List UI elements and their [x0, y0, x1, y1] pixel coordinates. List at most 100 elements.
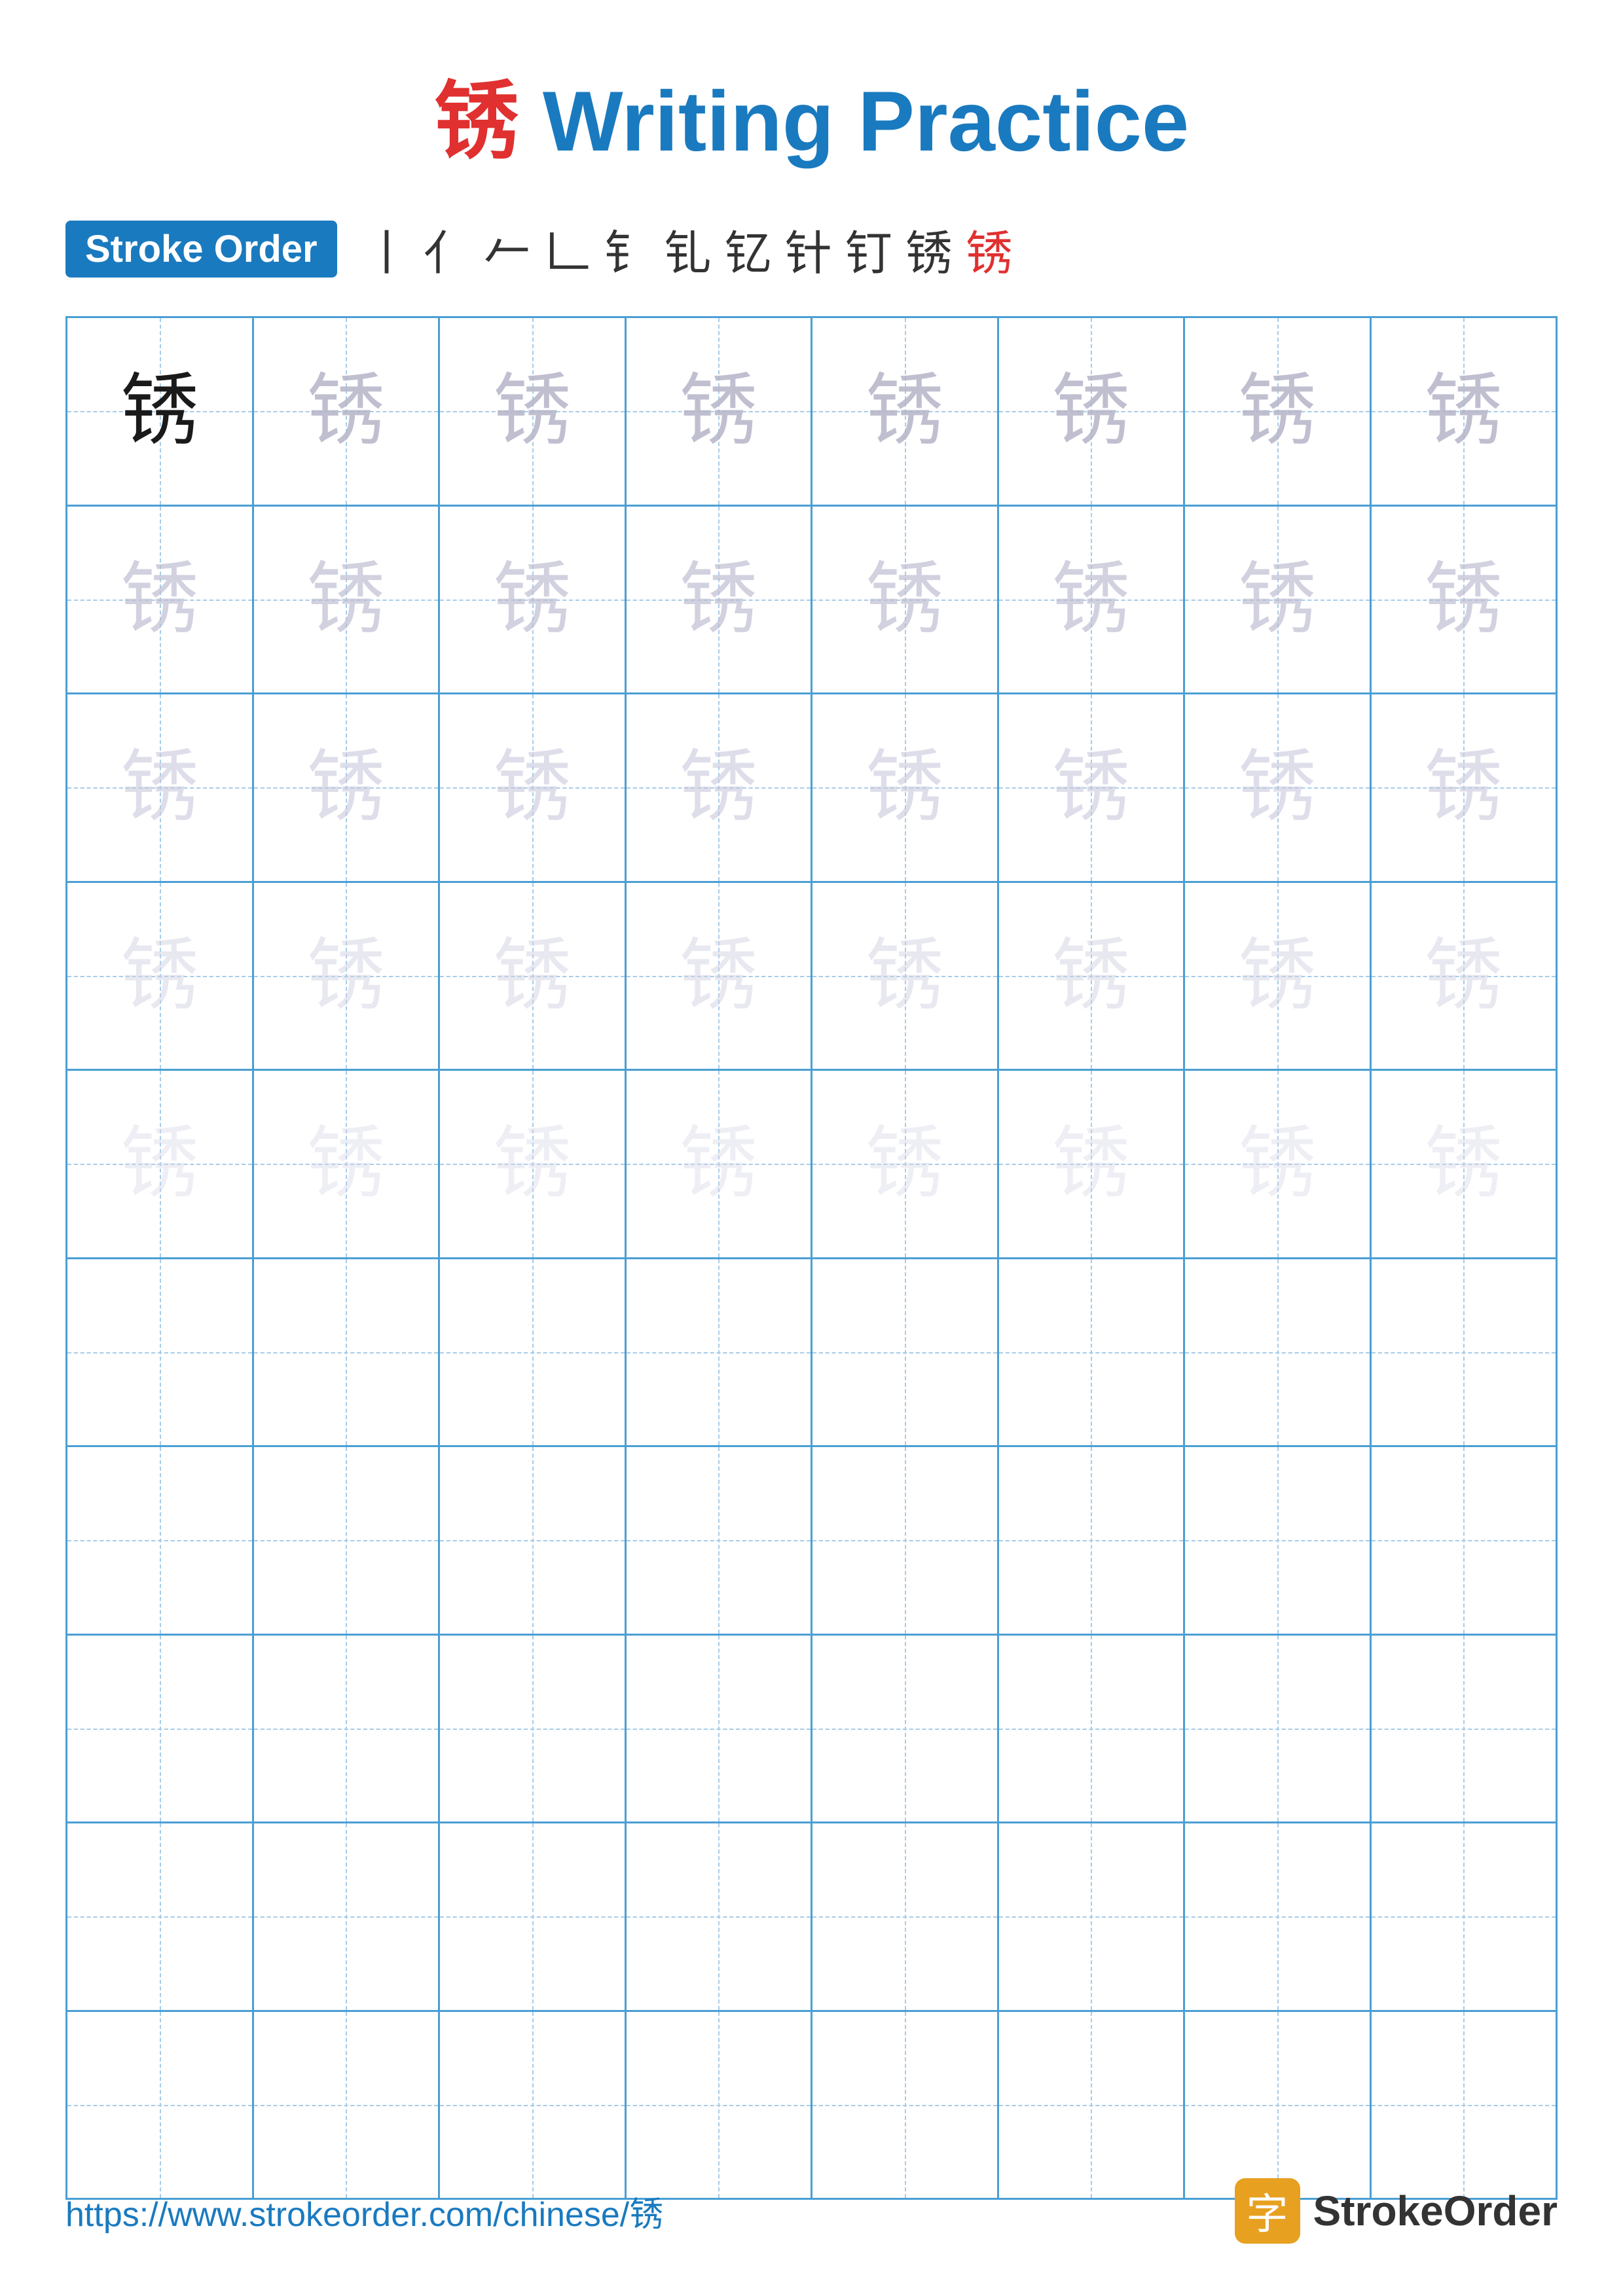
cell-7-4[interactable] [627, 1447, 813, 1634]
cell-5-4[interactable]: 锈 [627, 1071, 813, 1257]
cell-3-8[interactable]: 锈 [1372, 694, 1556, 881]
cell-7-6[interactable] [999, 1447, 1186, 1634]
cell-9-6[interactable] [999, 1823, 1186, 2010]
cell-8-6[interactable] [999, 1636, 1186, 1822]
cell-5-2[interactable]: 锈 [254, 1071, 441, 1257]
cell-8-4[interactable] [627, 1636, 813, 1822]
char-guide: 锈 [1424, 560, 1503, 639]
cell-1-5[interactable]: 锈 [812, 318, 999, 505]
cell-3-6[interactable]: 锈 [999, 694, 1186, 881]
cell-7-2[interactable] [254, 1447, 441, 1634]
stroke-6: 钆 [665, 215, 712, 283]
cell-7-3[interactable] [440, 1447, 627, 1634]
cell-1-1[interactable]: 锈 [67, 318, 254, 505]
cell-6-6[interactable] [999, 1259, 1186, 1446]
cell-7-8[interactable] [1372, 1447, 1556, 1634]
title-text: Writing Practice [519, 73, 1189, 169]
cell-6-4[interactable] [627, 1259, 813, 1446]
cell-6-3[interactable] [440, 1259, 627, 1446]
cell-9-1[interactable] [67, 1823, 254, 2010]
char-guide: 锈 [493, 1124, 572, 1203]
cell-10-6[interactable] [999, 2012, 1186, 2198]
cell-4-1[interactable]: 锈 [67, 883, 254, 1069]
cell-4-5[interactable]: 锈 [812, 883, 999, 1069]
cell-10-2[interactable] [254, 2012, 441, 2198]
cell-4-6[interactable]: 锈 [999, 883, 1186, 1069]
cell-3-4[interactable]: 锈 [627, 694, 813, 881]
cell-6-8[interactable] [1372, 1259, 1556, 1446]
cell-7-7[interactable] [1185, 1447, 1372, 1634]
cell-1-2[interactable]: 锈 [254, 318, 441, 505]
cell-9-7[interactable] [1185, 1823, 1372, 2010]
char-guide: 锈 [306, 560, 385, 639]
footer-url[interactable]: https://www.strokeorder.com/chinese/锈 [65, 2187, 663, 2236]
grid-row-10 [67, 2012, 1556, 2198]
char-guide: 锈 [120, 748, 199, 827]
stroke-11: 锈 [966, 215, 1013, 283]
cell-5-6[interactable]: 锈 [999, 1071, 1186, 1257]
cell-4-8[interactable]: 锈 [1372, 883, 1556, 1069]
cell-2-2[interactable]: 锈 [254, 507, 441, 693]
cell-4-2[interactable]: 锈 [254, 883, 441, 1069]
cell-10-5[interactable] [812, 2012, 999, 2198]
cell-6-7[interactable] [1185, 1259, 1372, 1446]
cell-10-1[interactable] [67, 2012, 254, 2198]
cell-8-3[interactable] [440, 1636, 627, 1822]
cell-8-1[interactable] [67, 1636, 254, 1822]
cell-2-7[interactable]: 锈 [1185, 507, 1372, 693]
cell-5-8[interactable]: 锈 [1372, 1071, 1556, 1257]
cell-5-7[interactable]: 锈 [1185, 1071, 1372, 1257]
cell-7-1[interactable] [67, 1447, 254, 1634]
cell-10-7[interactable] [1185, 2012, 1372, 2198]
char-guide: 锈 [1238, 560, 1317, 639]
char-guide: 锈 [493, 372, 572, 450]
cell-10-8[interactable] [1372, 2012, 1556, 2198]
grid-row-6 [67, 1259, 1556, 1448]
cell-5-5[interactable]: 锈 [812, 1071, 999, 1257]
cell-5-1[interactable]: 锈 [67, 1071, 254, 1257]
cell-8-7[interactable] [1185, 1636, 1372, 1822]
char-guide: 锈 [120, 560, 199, 639]
cell-1-8[interactable]: 锈 [1372, 318, 1556, 505]
cell-3-1[interactable]: 锈 [67, 694, 254, 881]
cell-7-5[interactable] [812, 1447, 999, 1634]
grid-row-3: 锈 锈 锈 锈 锈 锈 锈 [67, 694, 1556, 883]
cell-9-5[interactable] [812, 1823, 999, 2010]
practice-grid[interactable]: 锈 锈 锈 锈 锈 锈 锈 [65, 316, 1558, 2200]
cell-4-3[interactable]: 锈 [440, 883, 627, 1069]
cell-2-1[interactable]: 锈 [67, 507, 254, 693]
cell-2-4[interactable]: 锈 [627, 507, 813, 693]
char-guide: 锈 [1424, 1124, 1503, 1203]
cell-5-3[interactable]: 锈 [440, 1071, 627, 1257]
cell-1-7[interactable]: 锈 [1185, 318, 1372, 505]
cell-2-6[interactable]: 锈 [999, 507, 1186, 693]
cell-1-4[interactable]: 锈 [627, 318, 813, 505]
cell-1-3[interactable]: 锈 [440, 318, 627, 505]
char-guide: 锈 [679, 1124, 757, 1203]
cell-3-7[interactable]: 锈 [1185, 694, 1372, 881]
cell-6-1[interactable] [67, 1259, 254, 1446]
cell-6-2[interactable] [254, 1259, 441, 1446]
cell-10-3[interactable] [440, 2012, 627, 2198]
char-guide: 锈 [1424, 372, 1503, 450]
cell-8-2[interactable] [254, 1636, 441, 1822]
footer-logo-icon: 字 [1235, 2178, 1300, 2244]
cell-3-2[interactable]: 锈 [254, 694, 441, 881]
cell-9-3[interactable] [440, 1823, 627, 2010]
cell-10-4[interactable] [627, 2012, 813, 2198]
cell-8-8[interactable] [1372, 1636, 1556, 1822]
cell-4-7[interactable]: 锈 [1185, 883, 1372, 1069]
cell-2-3[interactable]: 锈 [440, 507, 627, 693]
cell-6-5[interactable] [812, 1259, 999, 1446]
cell-3-3[interactable]: 锈 [440, 694, 627, 881]
cell-9-8[interactable] [1372, 1823, 1556, 2010]
cell-9-2[interactable] [254, 1823, 441, 2010]
cell-8-5[interactable] [812, 1636, 999, 1822]
cell-1-6[interactable]: 锈 [999, 318, 1186, 505]
char-guide: 锈 [679, 937, 757, 1015]
cell-2-8[interactable]: 锈 [1372, 507, 1556, 693]
cell-9-4[interactable] [627, 1823, 813, 2010]
cell-3-5[interactable]: 锈 [812, 694, 999, 881]
cell-4-4[interactable]: 锈 [627, 883, 813, 1069]
cell-2-5[interactable]: 锈 [812, 507, 999, 693]
